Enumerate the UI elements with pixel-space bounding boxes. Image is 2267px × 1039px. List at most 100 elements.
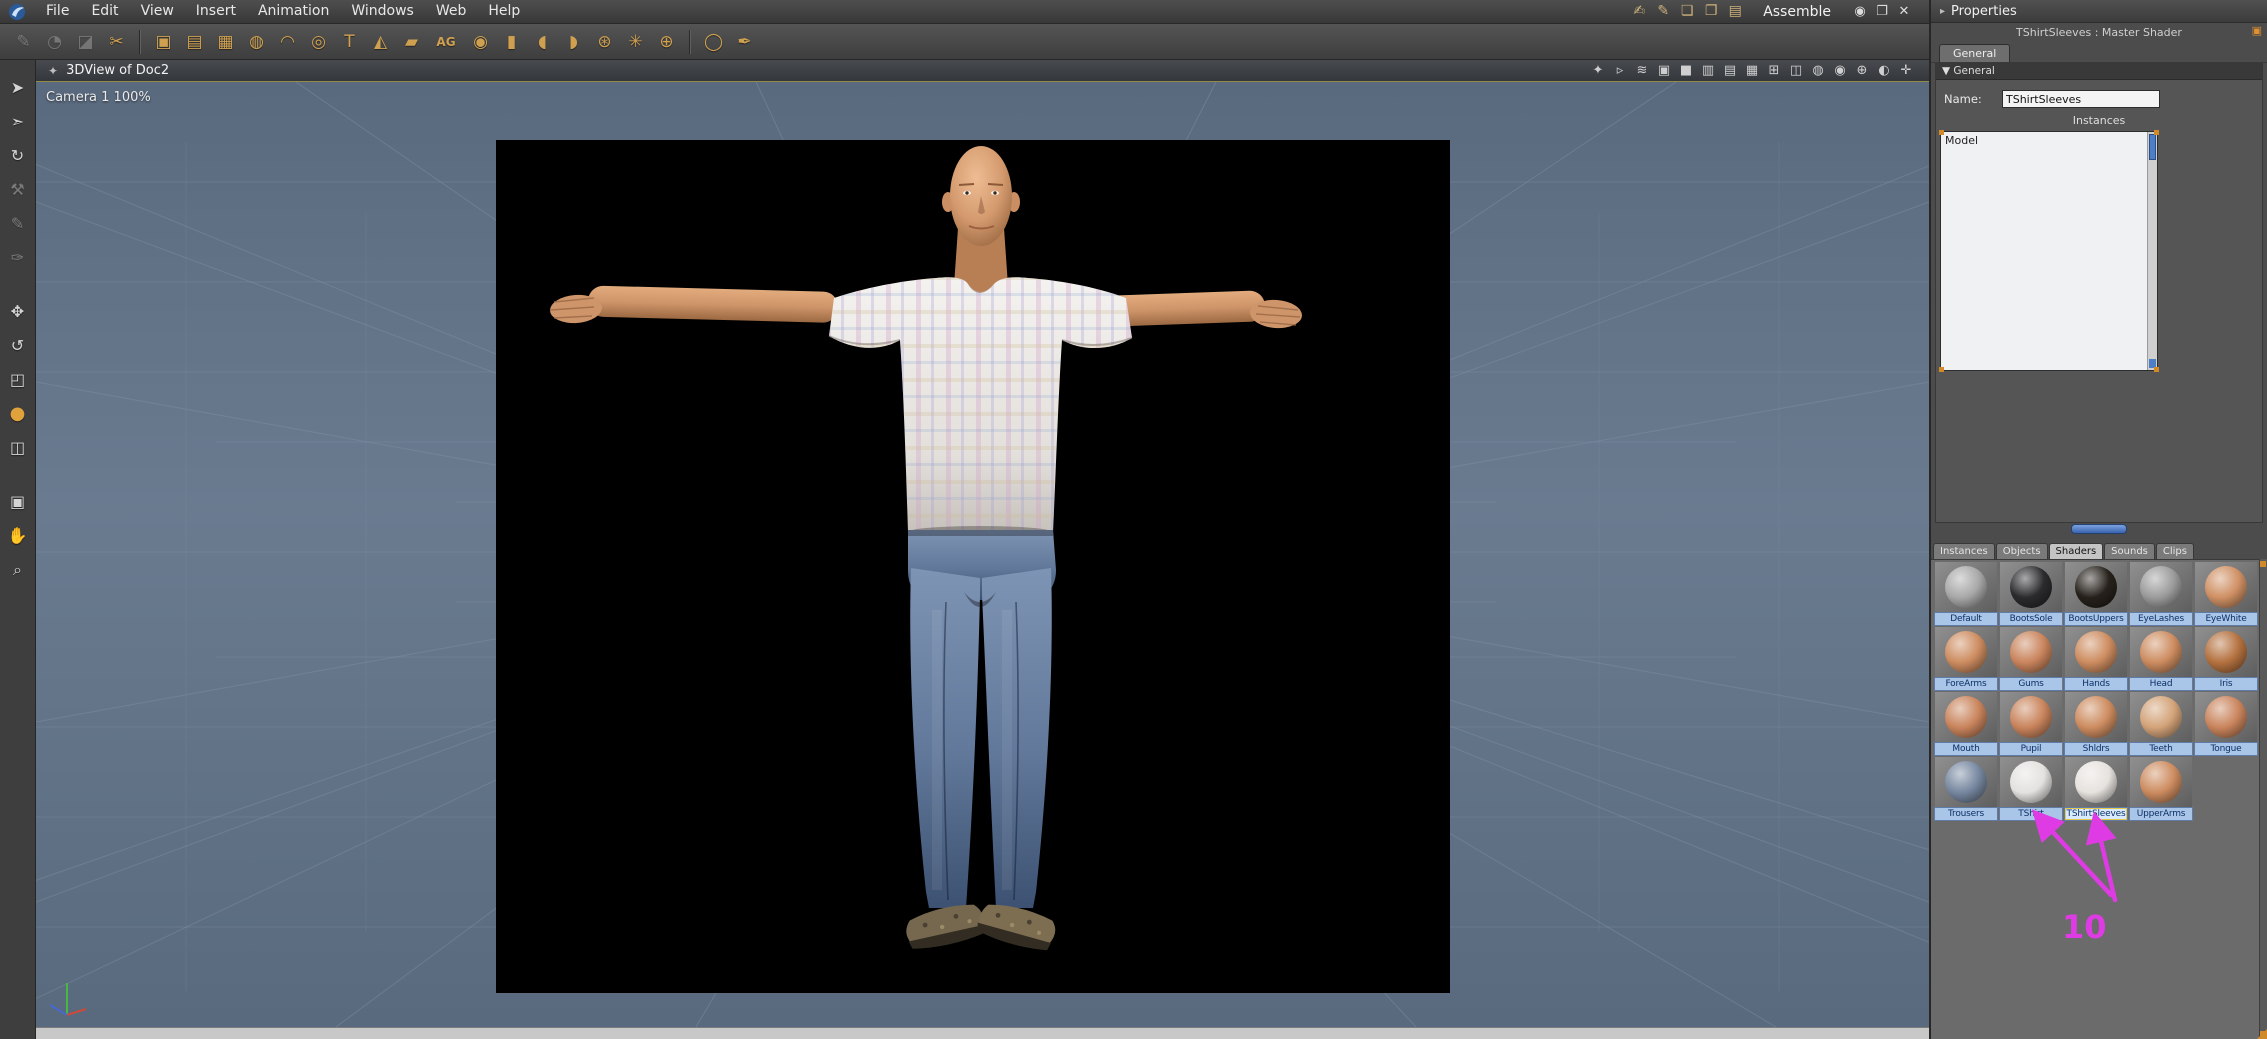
scale-tool-icon[interactable]: ◰ (4, 366, 32, 394)
scrollbar-thumb[interactable] (2149, 134, 2156, 160)
shader-item-tongue[interactable]: Tongue (2194, 692, 2258, 756)
pan-tool-icon[interactable]: ✋ (4, 522, 32, 550)
room-icon-texture[interactable]: ❐ (1699, 0, 1723, 23)
insert-font-icon[interactable]: AG (429, 29, 463, 55)
name-input[interactable] (2002, 90, 2160, 108)
insert-cube-icon[interactable]: ▣ (150, 29, 177, 55)
room-icon-render[interactable]: ▤ (1723, 0, 1747, 23)
section-triangle-icon[interactable]: ▼ (1942, 65, 1950, 77)
viewport-icon-4[interactable]: ▣ (1653, 60, 1675, 81)
tab-shaders[interactable]: Shaders (2048, 543, 2104, 559)
tab-clips[interactable]: Clips (2155, 543, 2194, 559)
tab-general[interactable]: General (1939, 44, 2011, 62)
shader-item-hands[interactable]: Hands (2064, 627, 2128, 691)
shader-item-bootssole[interactable]: BootsSole (1999, 562, 2063, 626)
viewport-icon-6[interactable]: ▥ (1697, 60, 1719, 81)
collapse-triangle-icon[interactable]: ▸ (1940, 6, 1945, 17)
insert-arc-icon[interactable]: ◠ (274, 29, 301, 55)
menu-edit[interactable]: Edit (80, 0, 129, 23)
shader-item-upperarms[interactable]: UpperArms (2129, 757, 2193, 821)
viewport-icon-10[interactable]: ◫ (1785, 60, 1807, 81)
insert-fountain-icon[interactable]: ✳ (622, 29, 649, 55)
viewport-icon-13[interactable]: ⊕ (1851, 60, 1873, 81)
browser-scrollbar[interactable] (2259, 559, 2267, 1039)
insert-capsule-icon[interactable]: ◗ (560, 29, 587, 55)
insert-particle-emitter-icon[interactable]: ⊛ (591, 29, 618, 55)
scroll-grip-top[interactable] (2260, 561, 2266, 567)
bottom-scrollbar[interactable] (36, 1027, 1929, 1039)
insert-torus-icon[interactable]: ◎ (305, 29, 332, 55)
viewport-icon-3[interactable]: ≋ (1631, 60, 1653, 81)
splitter-handle[interactable] (2071, 524, 2127, 534)
shader-item-forearms[interactable]: ForeArms (1934, 627, 1998, 691)
hot-point-tool-icon[interactable]: ● (4, 400, 32, 428)
shader-item-shldrs[interactable]: Shldrs (2064, 692, 2128, 756)
resize-grip[interactable] (1939, 367, 1944, 372)
close-button[interactable]: ✕ (1893, 0, 1915, 23)
shader-item-head[interactable]: Head (2129, 627, 2193, 691)
viewport-icon-11[interactable]: ◍ (1807, 60, 1829, 81)
instances-scrollbar[interactable] (2147, 132, 2157, 370)
tab-instances[interactable]: Instances (1933, 543, 1995, 559)
viewport-icon-5[interactable]: ■ (1675, 60, 1697, 81)
panel-menu-icon[interactable]: ▣ (2252, 24, 2262, 37)
viewport-icon-14[interactable]: ◐ (1873, 60, 1895, 81)
shader-item-mouth[interactable]: Mouth (1934, 692, 1998, 756)
viewport-icon-2[interactable]: ▹ (1609, 60, 1631, 81)
restore-button[interactable]: ❐ (1871, 0, 1893, 23)
resize-grip[interactable] (2154, 367, 2159, 372)
orbit-tool-icon[interactable]: ↻ (4, 142, 32, 170)
viewport-icon-15[interactable]: ✛ (1895, 60, 1917, 81)
tab-objects[interactable]: Objects (1995, 543, 2048, 559)
shader-item-eyelashes[interactable]: EyeLashes (2129, 562, 2193, 626)
viewport-icon-7[interactable]: ▤ (1719, 60, 1741, 81)
shader-item-pupil[interactable]: Pupil (1999, 692, 2063, 756)
menu-view[interactable]: View (130, 0, 185, 23)
visibility-button[interactable]: ◉ (1849, 0, 1871, 23)
properties-header[interactable]: ▸ Properties (1931, 0, 2267, 23)
tab-sounds[interactable]: Sounds (2104, 543, 2155, 559)
shader-item-iris[interactable]: Iris (2194, 627, 2258, 691)
zoom-tool-icon[interactable]: ⌕ (4, 556, 32, 584)
preview-quality-tool-icon[interactable]: ▣ (4, 488, 32, 516)
insert-atom-icon[interactable]: ⊕ (653, 29, 680, 55)
panel-resize-corner[interactable] (2257, 1029, 2267, 1039)
viewport-icon-12[interactable]: ◉ (1829, 60, 1851, 81)
room-icon-assemble[interactable]: ✍ (1627, 0, 1651, 23)
rotate-tool-icon[interactable]: ↺ (4, 332, 32, 360)
insert-text-icon[interactable]: T (336, 29, 363, 55)
insert-light-icon[interactable]: ◯ (700, 29, 727, 55)
viewport-icon-8[interactable]: ▦ (1741, 60, 1763, 81)
panel-splitter[interactable] (1931, 521, 2267, 537)
menu-insert[interactable]: Insert (185, 0, 247, 23)
resize-grip[interactable] (2154, 130, 2159, 135)
room-icon-model[interactable]: ✎ (1651, 0, 1675, 23)
shader-item-teeth[interactable]: Teeth (2129, 692, 2193, 756)
move-tool-icon[interactable]: ✥ (4, 298, 32, 326)
shader-item-tshirt[interactable]: TShirt (1999, 757, 2063, 821)
general-section-bar[interactable]: ▼ General (1936, 64, 2262, 80)
menu-animation[interactable]: Animation (247, 0, 340, 23)
shader-item-eyewhite[interactable]: EyeWhite (2194, 562, 2258, 626)
insert-cylinder-icon[interactable]: ▮ (498, 29, 525, 55)
instances-list[interactable]: Model (1939, 130, 2159, 372)
eyedropper-tool-icon[interactable]: ✒ (731, 29, 758, 55)
menu-windows[interactable]: Windows (340, 0, 425, 23)
menu-file[interactable]: File (35, 0, 80, 23)
insert-sphere-icon[interactable]: ◍ (243, 29, 270, 55)
insert-grid-icon[interactable]: ▦ (212, 29, 239, 55)
insert-half-sphere-icon[interactable]: ◖ (529, 29, 556, 55)
direct-select-tool-icon[interactable]: ➣ (4, 108, 32, 136)
snap-tool-icon[interactable]: ◫ (4, 434, 32, 462)
shader-item-bootsuppers[interactable]: BootsUppers (2064, 562, 2128, 626)
shader-item-trousers[interactable]: Trousers (1934, 757, 1998, 821)
insert-plane-icon[interactable]: ▤ (181, 29, 208, 55)
insert-cone-icon[interactable]: ◭ (367, 29, 394, 55)
instance-item[interactable]: Model (1941, 132, 2157, 148)
insert-target-icon[interactable]: ◉ (467, 29, 494, 55)
room-icon-storyboard[interactable]: ❏ (1675, 0, 1699, 23)
viewport[interactable]: Camera 1 100% (36, 82, 1929, 1027)
camera-view[interactable] (496, 140, 1450, 993)
menu-web[interactable]: Web (425, 0, 478, 23)
menu-help[interactable]: Help (477, 0, 531, 23)
